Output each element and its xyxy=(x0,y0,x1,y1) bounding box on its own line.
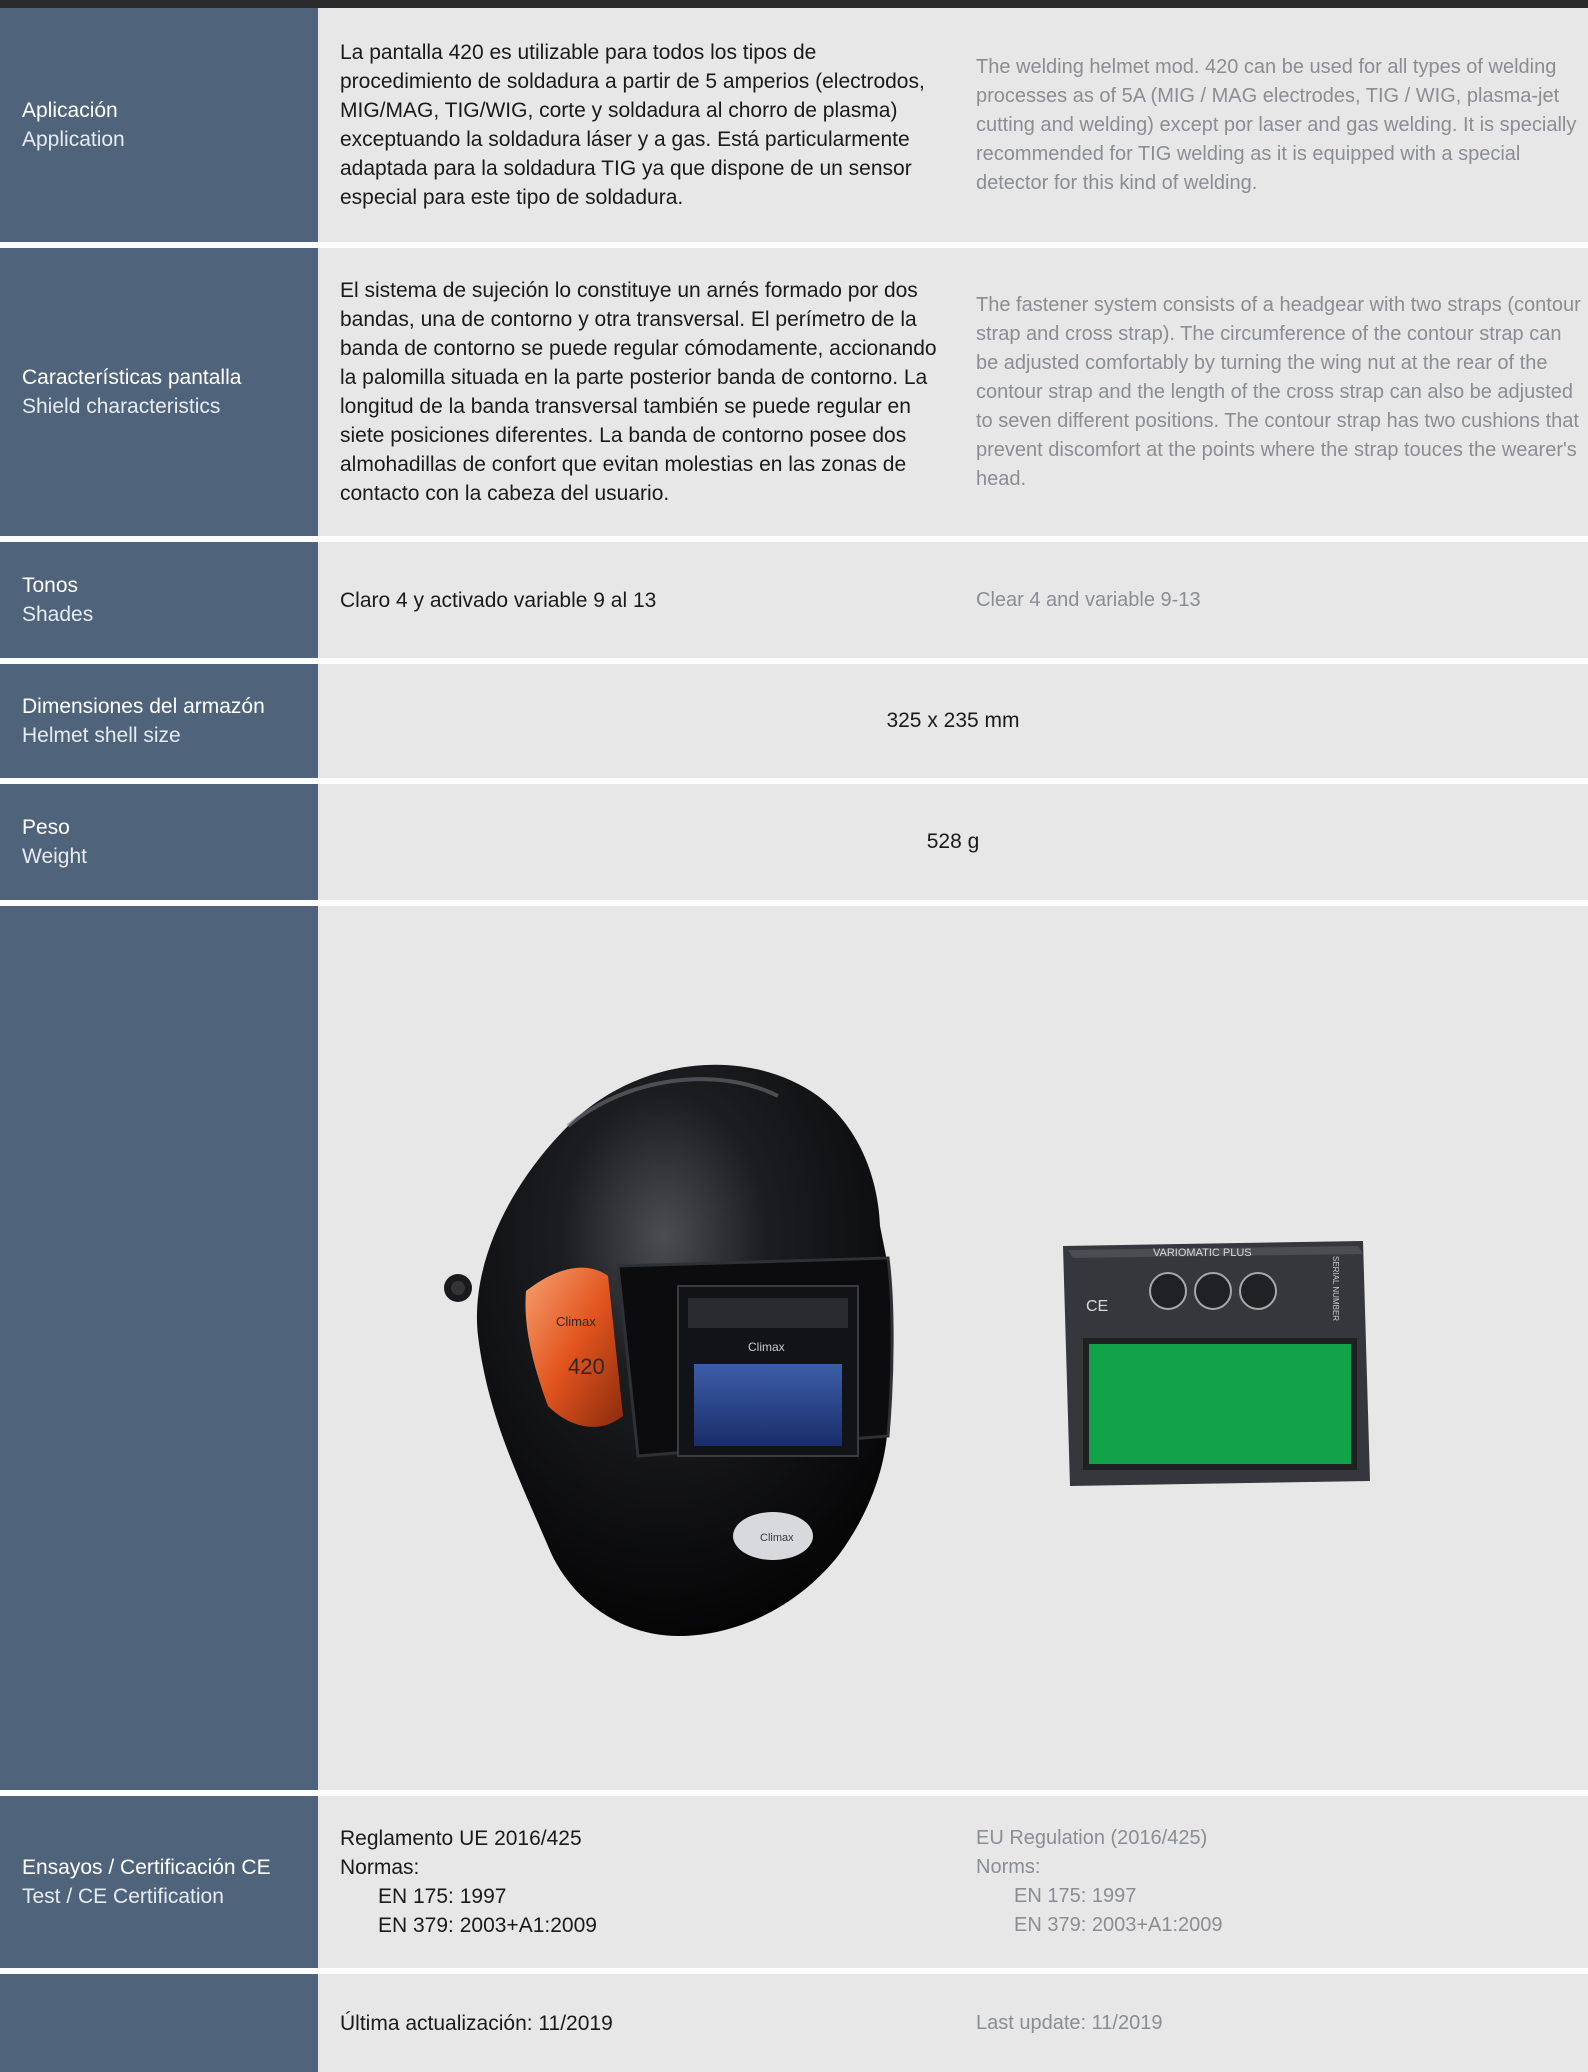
en-line4: EN 379: 2003+A1:2009 xyxy=(1014,1914,1223,1936)
row-content: La pantalla 420 es utilizable para todos… xyxy=(318,8,1588,242)
cartridge-side-text: SERIAL NUMBER xyxy=(1331,1256,1340,1321)
text-en-body: Clear 4 and variable 9-13 xyxy=(976,588,1201,611)
filter-lens xyxy=(694,1364,842,1446)
row-update: Última actualización: 11/2019 Last updat… xyxy=(0,1974,1588,2072)
row-application: Aplicación Application La pantalla 420 e… xyxy=(0,8,1588,242)
text-es-body: La pantalla 420 es utilizable para todos… xyxy=(340,41,925,209)
row-size: Dimensiones del armazón Helmet shell siz… xyxy=(0,664,1588,778)
helmet-brand-chin: Climax xyxy=(760,1532,794,1544)
label-en: Test / CE Certification xyxy=(22,1885,224,1908)
text-en: The welding helmet mod. 420 can be used … xyxy=(976,8,1586,242)
text-es: Última actualización: 11/2019 xyxy=(340,1974,940,2072)
text-en: Last update: 11/2019 xyxy=(976,1974,1586,2072)
row-label: Tonos Shades xyxy=(0,542,318,658)
text-es: La pantalla 420 es utilizable para todos… xyxy=(340,8,940,242)
text-en: Clear 4 and variable 9-13 xyxy=(976,542,1586,658)
row-label xyxy=(0,1974,318,2072)
row-content: 325 x 235 mm xyxy=(318,664,1588,778)
label-es: Características pantalla xyxy=(22,366,242,389)
update-en: Last update: 11/2019 xyxy=(976,2011,1163,2034)
es-line3: EN 175: 1997 xyxy=(378,1885,507,1908)
row-content: Reglamento UE 2016/425 Normas: EN 175: 1… xyxy=(318,1796,1588,1968)
es-line1: Reglamento UE 2016/425 xyxy=(340,1827,582,1850)
label-en: Weight xyxy=(22,845,87,868)
label-es: Aplicación xyxy=(22,99,118,122)
cartridge-title: VARIOMATIC PLUS xyxy=(1153,1247,1252,1259)
row-label: Aplicación Application xyxy=(0,8,318,242)
es-line4: EN 379: 2003+A1:2009 xyxy=(378,1914,597,1937)
label-es: Tonos xyxy=(22,574,79,597)
label-es: Dimensiones del armazón xyxy=(22,695,265,718)
helmet-brand-side: Climax xyxy=(556,1314,596,1329)
size-value: 325 x 235 mm xyxy=(886,709,1020,732)
text-en-body: The fastener system consists of a headge… xyxy=(976,293,1581,490)
weight-value: 528 g xyxy=(926,830,980,853)
text-en: EU Regulation (2016/425) Norms: EN 175: … xyxy=(976,1796,1586,1968)
row-label xyxy=(0,906,318,1790)
en-line2: Norms: xyxy=(976,1856,1041,1878)
knob-1 xyxy=(1149,1272,1187,1310)
helmet-brand-visor: Climax xyxy=(748,1340,785,1354)
es-line2: Normas: xyxy=(340,1856,420,1879)
solar-cell xyxy=(688,1298,848,1328)
text-es-body: El sistema de sujeción lo constituye un … xyxy=(340,279,937,505)
text-es: Reglamento UE 2016/425 Normas: EN 175: 1… xyxy=(340,1796,940,1968)
label-en: Application xyxy=(22,128,125,151)
update-es: Última actualización: 11/2019 xyxy=(340,2011,613,2035)
row-content: Climax 420 Climax Climax VARIOMATIC PLUS… xyxy=(318,906,1588,1790)
row-content: Última actualización: 11/2019 Last updat… xyxy=(318,1974,1588,2072)
row-content: Claro 4 y activado variable 9 al 13 Clea… xyxy=(318,542,1588,658)
top-bar xyxy=(0,0,1588,8)
row-label: Peso Weight xyxy=(0,784,318,900)
product-images: Climax 420 Climax Climax VARIOMATIC PLUS… xyxy=(318,906,1588,1790)
green-filter-window xyxy=(1083,1338,1357,1470)
en-line1: EU Regulation (2016/425) xyxy=(976,1827,1208,1849)
text-es: Claro 4 y activado variable 9 al 13 xyxy=(340,542,940,658)
label-en: Shades xyxy=(22,603,94,626)
label-es: Ensayos / Certificación CE xyxy=(22,1856,271,1879)
label-en: Shield characteristics xyxy=(22,395,221,418)
row-shield: Características pantalla Shield characte… xyxy=(0,248,1588,536)
welding-helmet-image: Climax 420 Climax Climax xyxy=(444,1064,894,1636)
text-es: El sistema de sujeción lo constituye un … xyxy=(340,248,940,536)
knob-2 xyxy=(1194,1272,1232,1310)
row-shades: Tonos Shades Claro 4 y activado variable… xyxy=(0,542,1588,658)
row-label: Ensayos / Certificación CE Test / CE Cer… xyxy=(0,1796,318,1968)
text-es-body: Claro 4 y activado variable 9 al 13 xyxy=(340,588,657,612)
row-weight: Peso Weight 528 g xyxy=(0,784,1588,900)
row-images: Climax 420 Climax Climax VARIOMATIC PLUS… xyxy=(0,906,1588,1790)
row-label: Características pantalla Shield characte… xyxy=(0,248,318,536)
row-label: Dimensiones del armazón Helmet shell siz… xyxy=(0,664,318,778)
filter-cartridge-image: VARIOMATIC PLUS SERIAL NUMBER CE xyxy=(1063,1241,1370,1486)
knob-3 xyxy=(1239,1272,1277,1310)
helmet-model-label: 420 xyxy=(568,1354,605,1379)
text-en: The fastener system consists of a headge… xyxy=(976,248,1586,536)
label-es: Peso xyxy=(22,816,70,839)
row-certification: Ensayos / Certificación CE Test / CE Cer… xyxy=(0,1796,1588,1968)
label-en: Helmet shell size xyxy=(22,724,181,747)
ce-mark: CE xyxy=(1086,1298,1108,1315)
row-content: 528 g xyxy=(318,784,1588,900)
text-en-body: The welding helmet mod. 420 can be used … xyxy=(976,55,1577,194)
row-content: El sistema de sujeción lo constituye un … xyxy=(318,248,1588,536)
en-line3: EN 175: 1997 xyxy=(1014,1885,1137,1907)
